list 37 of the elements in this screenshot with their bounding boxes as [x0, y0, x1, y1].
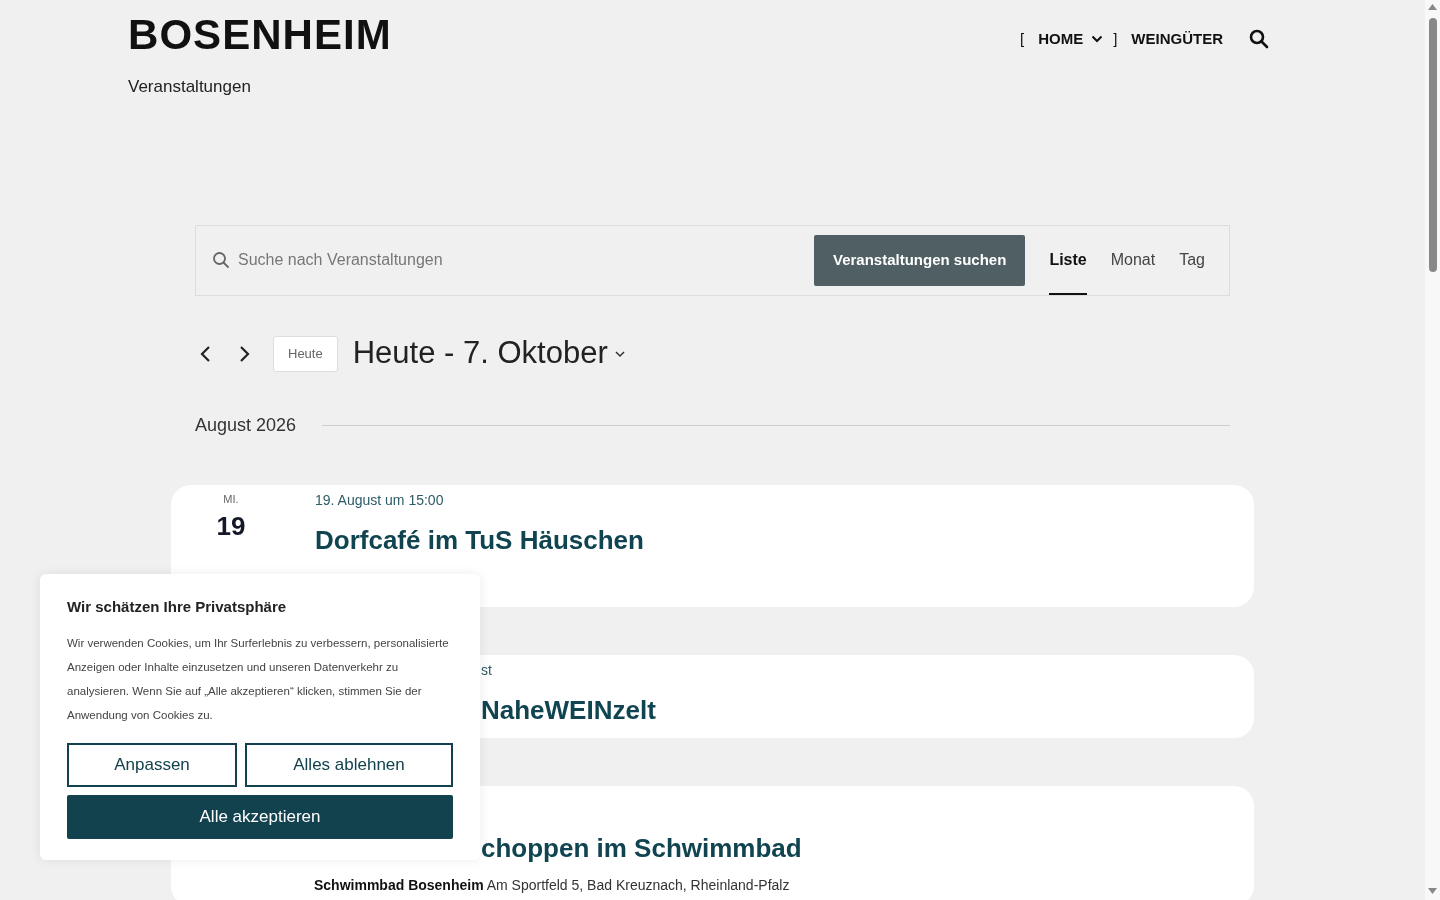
scrollbar[interactable]: [1425, 0, 1440, 900]
cookie-button[interactable]: Anpassen: [67, 742, 237, 787]
nav-link[interactable]: WEINGÜTER: [1131, 28, 1223, 51]
month-separator: August 2026: [195, 413, 297, 437]
event-title[interactable]: choppen im Schwimmbad: [481, 830, 802, 865]
event-date: 19. August um 15:00: [315, 490, 444, 510]
event-day: 19: [216, 511, 246, 541]
search-button[interactable]: Veranstaltungen suchen: [814, 234, 1026, 286]
cookie-text: Wir verwenden Cookies, um Ihr Surferlebnis zu verbessern, personalisierte Anzeigen oder Inhalte einzusetzen und unseren Datenverkehr zu analysieren. Wenn Sie auf „Alle akzeptieren“ klicken, stimmen Sie der Anwendung von Cookies zu.: [67, 635, 450, 723]
search-icon[interactable]: [1249, 29, 1269, 50]
accept-button[interactable]: Alle akzeptieren: [67, 794, 453, 839]
scroll-down-icon[interactable]: [1428, 888, 1437, 894]
next-icon[interactable]: [237, 343, 251, 364]
search-field[interactable]: Suche nach Veranstaltungen: [238, 248, 814, 272]
bracket: ]: [1113, 29, 1118, 49]
scroll-up-icon[interactable]: [1428, 4, 1437, 10]
date-range-dropdown[interactable]: Heute - 7. Oktober: [352, 330, 626, 377]
view-tab[interactable]: Monat: [1110, 225, 1156, 295]
event-venue: Schwimmbad Bosenheim Am Sportfeld 5, Bad Kreuznach, Rheinland-Pfalz: [314, 875, 790, 895]
chevron-icon: [1091, 35, 1104, 44]
view-tab[interactable]: Liste: [1049, 225, 1087, 295]
site-tagline: Veranstaltungen: [128, 76, 252, 98]
event-date: st: [481, 660, 492, 680]
scrollbar-thumb[interactable]: [1428, 18, 1437, 272]
event-title[interactable]: Dorfcafé im TuS Häuschen: [315, 522, 644, 557]
caret-icon: [613, 349, 626, 358]
today-button[interactable]: Heute: [273, 335, 338, 372]
view-tab[interactable]: Tag: [1179, 225, 1205, 295]
site-title[interactable]: BOSENHEIM: [128, 8, 392, 62]
cookie-button[interactable]: Alles ablehnen: [245, 742, 453, 787]
nav-dropdown[interactable]: HOME: [1038, 28, 1104, 51]
event-title[interactable]: NaheWEINzelt: [481, 692, 656, 727]
bracket: [: [1020, 29, 1025, 49]
previous-icon[interactable]: [199, 343, 213, 364]
event-weekday: MI.: [223, 491, 239, 507]
cookie-title: Wir schätzen Ihre Privatsphäre: [67, 597, 288, 617]
search-icon: [212, 251, 230, 269]
